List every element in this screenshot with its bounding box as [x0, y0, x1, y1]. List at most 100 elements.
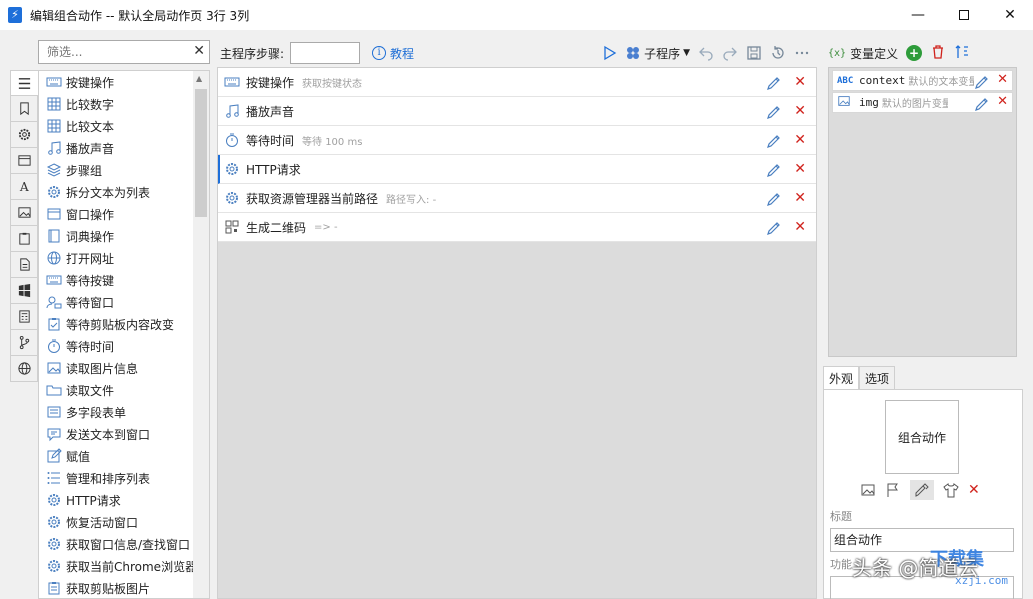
delete-step-button[interactable]: ✕ — [794, 161, 806, 177]
action-item[interactable]: 打开网址 — [39, 247, 209, 269]
scroll-thumb[interactable] — [195, 89, 207, 217]
tutorial-link[interactable]: i 教程 — [372, 45, 414, 62]
edit-variable-button[interactable] — [974, 96, 990, 115]
action-item[interactable]: 发送文本到窗口 — [39, 423, 209, 445]
button-preview[interactable]: 组合动作 — [885, 400, 959, 474]
delete-step-button[interactable]: ✕ — [794, 103, 806, 119]
sort-variable-button[interactable] — [954, 44, 970, 63]
delete-variable-button[interactable] — [930, 44, 946, 63]
gear-icon — [18, 128, 30, 141]
filter-input[interactable] — [47, 45, 192, 59]
tab-bookmark[interactable] — [10, 96, 38, 122]
action-item[interactable]: 获取剪贴板图片 — [39, 577, 209, 598]
step-row[interactable]: 按键操作 获取按键状态 ✕ — [218, 68, 816, 97]
edit-step-button[interactable] — [766, 75, 782, 94]
tab-image[interactable] — [10, 200, 38, 226]
tab-all[interactable] — [10, 70, 38, 96]
step-row[interactable]: 生成二维码 => - ✕ — [218, 213, 816, 242]
action-item[interactable]: 播放声音 — [39, 137, 209, 159]
add-variable-button[interactable]: + — [906, 45, 923, 61]
tab-text[interactable]: A — [10, 174, 38, 200]
action-item[interactable]: 恢复活动窗口 — [39, 511, 209, 533]
tab-window[interactable] — [10, 148, 38, 174]
edit-step-button[interactable] — [766, 191, 782, 210]
edit-step-button[interactable] — [766, 104, 782, 123]
step-row[interactable]: HTTP请求 ✕ — [218, 155, 816, 184]
subprogram-button[interactable]: 子程序 ▼ — [625, 45, 690, 62]
edit-step-button[interactable] — [766, 220, 782, 239]
delete-variable-button[interactable]: ✕ — [997, 94, 1008, 109]
image-button[interactable] — [860, 482, 876, 498]
play-button[interactable] — [601, 45, 617, 61]
more-button[interactable] — [794, 45, 810, 61]
image-icon — [45, 360, 63, 376]
function-label: 功能 — [830, 558, 852, 571]
action-item[interactable]: 比较数字 — [39, 93, 209, 115]
action-list-scrollbar[interactable]: ▲ — [193, 71, 209, 598]
action-item[interactable]: 读取图片信息 — [39, 357, 209, 379]
delete-step-button[interactable]: ✕ — [794, 190, 806, 206]
delete-step-button[interactable]: ✕ — [794, 219, 806, 235]
close-button[interactable]: ✕ — [987, 0, 1033, 30]
timer-icon — [45, 338, 63, 354]
action-item[interactable]: 等待按键 — [39, 269, 209, 291]
tab-settings[interactable] — [10, 122, 38, 148]
action-item[interactable]: 等待时间 — [39, 335, 209, 357]
flag-button[interactable] — [885, 482, 901, 498]
tab-file[interactable] — [10, 252, 38, 278]
action-item[interactable]: 按键操作 — [39, 71, 209, 93]
redo-button[interactable] — [722, 45, 738, 61]
undo-button[interactable] — [698, 45, 714, 61]
action-item[interactable]: 比较文本 — [39, 115, 209, 137]
edit-icon — [45, 448, 63, 464]
delete-step-button[interactable]: ✕ — [794, 74, 806, 90]
main-toolbar: 主程序步骤: i 教程 子程序 ▼ — [220, 40, 818, 66]
clear-filter-icon[interactable]: ✕ — [193, 43, 205, 59]
action-item[interactable]: 窗口操作 — [39, 203, 209, 225]
action-item[interactable]: 多字段表单 — [39, 401, 209, 423]
step-row[interactable]: 播放声音 ✕ — [218, 97, 816, 126]
maximize-button[interactable] — [941, 0, 987, 30]
action-item[interactable]: 管理和排序列表 — [39, 467, 209, 489]
action-item[interactable]: 词典操作 — [39, 225, 209, 247]
action-list[interactable]: 按键操作 比较数字 比较文本 播放声音 步骤组 拆分文本为列表 窗口操作 词典操作 打开网址 等待… — [38, 70, 210, 599]
action-item[interactable]: HTTP请求 — [39, 489, 209, 511]
action-item[interactable]: 赋值 — [39, 445, 209, 467]
action-item[interactable]: 获取窗口信息/查找窗口 — [39, 533, 209, 555]
edit-variable-button[interactable] — [974, 74, 990, 93]
edit-step-button[interactable] — [766, 133, 782, 152]
tab-options[interactable]: 选项 — [859, 366, 896, 390]
minimize-button[interactable]: — — [895, 0, 941, 30]
action-item[interactable]: 等待窗口 — [39, 291, 209, 313]
action-item[interactable]: 拆分文本为列表 — [39, 181, 209, 203]
tab-system[interactable] — [10, 278, 38, 304]
history-button[interactable] — [770, 45, 786, 61]
image-type-icon — [837, 94, 857, 111]
tab-clipboard[interactable] — [10, 226, 38, 252]
tab-network[interactable] — [10, 356, 38, 382]
steps-input[interactable] — [290, 42, 361, 64]
save-button[interactable] — [746, 45, 762, 61]
clear-appearance-button[interactable]: ✕ — [968, 482, 980, 498]
step-row[interactable]: 获取资源管理器当前路径 路径写入: - ✕ — [218, 184, 816, 213]
pick-color-button[interactable] — [910, 480, 934, 500]
tab-appearance[interactable]: 外观 — [823, 366, 860, 390]
action-item[interactable]: 等待剪贴板内容改变 — [39, 313, 209, 335]
action-item[interactable]: 获取当前Chrome浏览器 — [39, 555, 209, 577]
delete-step-button[interactable]: ✕ — [794, 132, 806, 148]
window-icon — [45, 206, 63, 222]
steps-area[interactable]: 按键操作 获取按键状态 ✕ 播放声音 ✕ 等待时间 等待 100 ms ✕ HTTP请求 ✕ 获取资… — [217, 67, 817, 599]
action-item[interactable]: 读取文件 — [39, 379, 209, 401]
title-input[interactable]: 组合动作 — [830, 528, 1014, 552]
tab-calc[interactable] — [10, 304, 38, 330]
style-button[interactable] — [943, 482, 959, 498]
variable-row[interactable]: img 默认的图片变量 ✕ — [832, 92, 1013, 113]
variable-row[interactable]: ABC context 默认的文本变量 ✕ — [832, 70, 1013, 91]
scroll-up-icon[interactable]: ▲ — [196, 74, 202, 83]
step-row[interactable]: 等待时间 等待 100 ms ✕ — [218, 126, 816, 155]
action-item[interactable]: 步骤组 — [39, 159, 209, 181]
edit-step-button[interactable] — [766, 162, 782, 181]
delete-variable-button[interactable]: ✕ — [997, 72, 1008, 87]
user-window-icon — [45, 294, 63, 310]
tab-flow[interactable] — [10, 330, 38, 356]
